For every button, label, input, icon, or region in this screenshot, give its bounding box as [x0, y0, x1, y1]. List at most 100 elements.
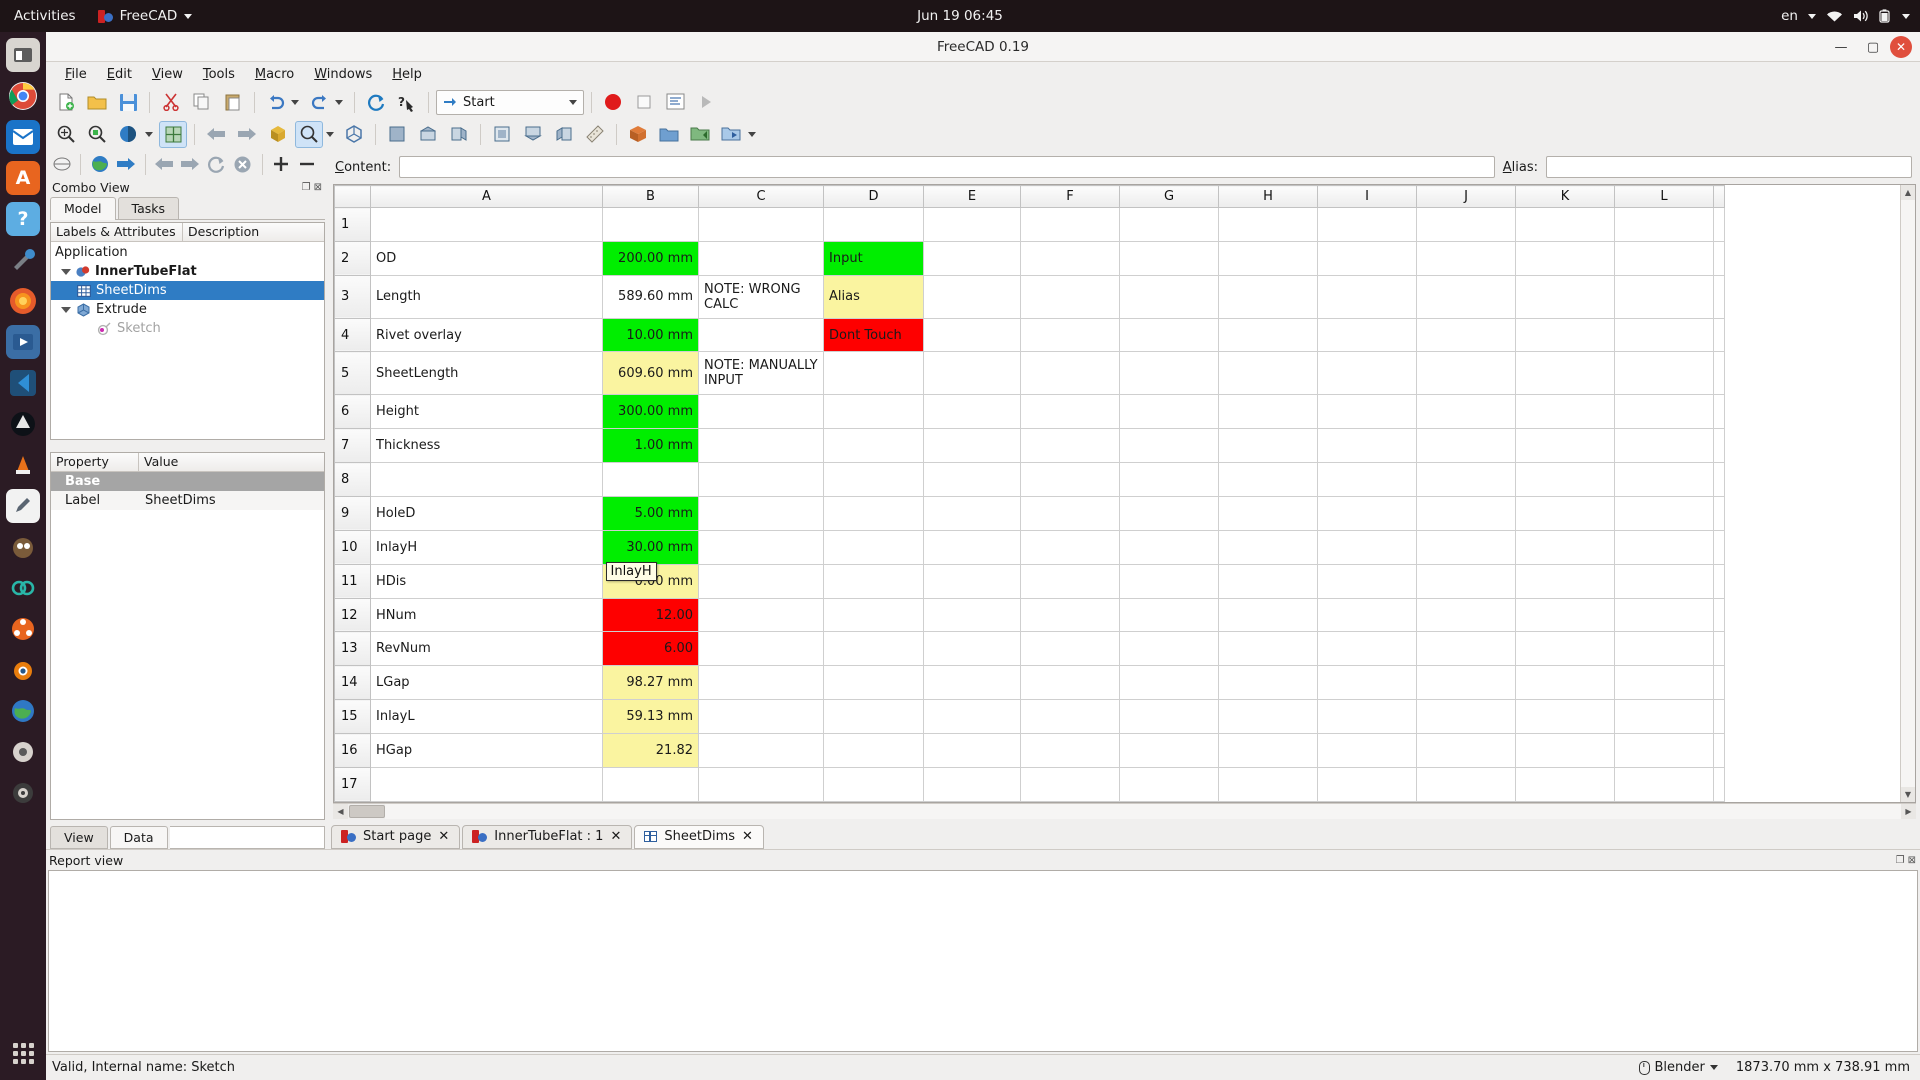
menu-macro[interactable]: Macro [246, 65, 303, 84]
doc-tab-innertubeflat[interactable]: InnerTubeFlat : 1 ✕ [462, 825, 633, 849]
dock-openscad-icon[interactable] [6, 571, 40, 605]
cell-k3[interactable] [1515, 274, 1615, 319]
cell-d17[interactable] [823, 766, 924, 802]
rear-view-icon[interactable] [488, 121, 516, 148]
save-document-icon[interactable] [114, 89, 142, 116]
menu-bar[interactable]: File Edit View Tools Macro Windows Help [46, 62, 1920, 86]
chevron-down-icon[interactable] [145, 131, 153, 137]
cell-a14[interactable]: LGap [370, 665, 603, 701]
document-tabs[interactable]: Start page ✕ InnerTubeFlat : 1 ✕ SheetDi… [329, 822, 1920, 849]
property-value[interactable]: SheetDims [139, 493, 216, 508]
row-header[interactable]: 2 [334, 240, 371, 276]
table-row[interactable]: 13 RevNum 6.00 [334, 631, 1725, 667]
package-icon[interactable] [624, 121, 652, 148]
dock-gimp-icon[interactable] [6, 530, 40, 564]
cell-l6[interactable] [1614, 394, 1714, 430]
cell-k15[interactable] [1515, 699, 1615, 735]
cell-d15[interactable] [823, 699, 924, 735]
window-controls[interactable]: — ▢ ✕ [1826, 32, 1916, 62]
cell-f12[interactable] [1020, 597, 1120, 633]
cell-i2[interactable] [1317, 240, 1417, 276]
cell-k2[interactable] [1515, 240, 1615, 276]
cell-l11[interactable] [1614, 563, 1714, 599]
nav-back-icon[interactable] [202, 121, 230, 148]
cell-m10[interactable] [1713, 529, 1725, 565]
draw-style-icon[interactable] [114, 121, 142, 148]
dock-ubuntu-software-icon[interactable] [6, 612, 40, 646]
dock-software-icon[interactable]: A [6, 161, 40, 195]
cell-g8[interactable] [1119, 462, 1219, 497]
cell-g15[interactable] [1119, 699, 1219, 735]
folder-icon[interactable] [655, 121, 683, 148]
cell-b4[interactable]: 10.00 mm [602, 317, 699, 353]
view-data-tabs[interactable]: View Data [50, 823, 325, 849]
right-view-icon[interactable] [445, 121, 473, 148]
cell-h13[interactable] [1218, 631, 1318, 667]
cell-b10[interactable]: 30.00 mm [602, 529, 699, 565]
cell-h2[interactable] [1218, 240, 1318, 276]
cell-d16[interactable] [823, 733, 924, 768]
nav-forward-icon[interactable] [233, 121, 261, 148]
cell-e6[interactable] [923, 394, 1021, 430]
cell-l3[interactable] [1614, 274, 1714, 319]
cell-f6[interactable] [1020, 394, 1120, 430]
dock-firefox-icon[interactable] [6, 284, 40, 318]
chevron-down-icon[interactable] [61, 306, 71, 313]
cell-g7[interactable] [1119, 428, 1219, 464]
cell-l12[interactable] [1614, 597, 1714, 633]
status-right[interactable]: Blender 1873.70 mm x 738.91 mm [1638, 1060, 1910, 1075]
table-row[interactable]: 6 Height 300.00 mm [334, 394, 1725, 430]
cell-l9[interactable] [1614, 495, 1714, 531]
cell-g11[interactable] [1119, 563, 1219, 599]
cell-m3[interactable] [1713, 274, 1725, 319]
cell-m15[interactable] [1713, 699, 1725, 735]
cell-l8[interactable] [1614, 462, 1714, 497]
undock-icon[interactable]: ❐ [1896, 855, 1905, 866]
cell-c16[interactable] [698, 733, 824, 768]
cell-d13[interactable] [823, 631, 924, 667]
cell-i4[interactable] [1317, 317, 1417, 353]
cell-e8[interactable] [923, 462, 1021, 497]
dock-earth-icon[interactable] [6, 694, 40, 728]
cell-e10[interactable] [923, 529, 1021, 565]
cell-l10[interactable] [1614, 529, 1714, 565]
column-header-h[interactable]: H [1218, 185, 1318, 208]
close-panel-icon[interactable]: ⊠ [1908, 855, 1916, 866]
cell-b1[interactable] [602, 207, 699, 242]
cell-l14[interactable] [1614, 665, 1714, 701]
cell-l13[interactable] [1614, 631, 1714, 667]
row-header[interactable]: 14 [334, 665, 371, 701]
column-header-i[interactable]: I [1317, 185, 1417, 208]
cell-g13[interactable] [1119, 631, 1219, 667]
cell-l5[interactable] [1614, 351, 1714, 396]
cell-m6[interactable] [1713, 394, 1725, 430]
cell-d11[interactable] [823, 563, 924, 599]
cell-f13[interactable] [1020, 631, 1120, 667]
cell-e7[interactable] [923, 428, 1021, 464]
close-icon[interactable]: ✕ [610, 829, 621, 844]
cell-j15[interactable] [1416, 699, 1516, 735]
cell-c15[interactable] [698, 699, 824, 735]
row-header[interactable]: 16 [334, 733, 371, 768]
cell-c6[interactable] [698, 394, 824, 430]
cell-a10[interactable]: InlayH [370, 529, 603, 565]
top-view-icon[interactable] [414, 121, 442, 148]
row-header[interactable]: 5 [334, 351, 371, 396]
cell-g5[interactable] [1119, 351, 1219, 396]
cell-e13[interactable] [923, 631, 1021, 667]
cell-c14[interactable] [698, 665, 824, 701]
cell-k9[interactable] [1515, 495, 1615, 531]
cell-d4[interactable]: Dont Touch [823, 317, 924, 353]
dock-kdenlive-icon[interactable] [6, 325, 40, 359]
cell-f14[interactable] [1020, 665, 1120, 701]
cell-c10[interactable] [698, 529, 824, 565]
cell-m8[interactable] [1713, 462, 1725, 497]
dock-vlc-icon[interactable] [6, 448, 40, 482]
export-icon[interactable] [686, 121, 714, 148]
cell-e1[interactable] [923, 207, 1021, 242]
measure-icon[interactable] [581, 121, 609, 148]
dock-blender-icon[interactable] [6, 653, 40, 687]
cell-c2[interactable] [698, 240, 824, 276]
undock-icon[interactable]: ❐ [302, 182, 311, 193]
table-row[interactable]: 8 [334, 462, 1725, 497]
